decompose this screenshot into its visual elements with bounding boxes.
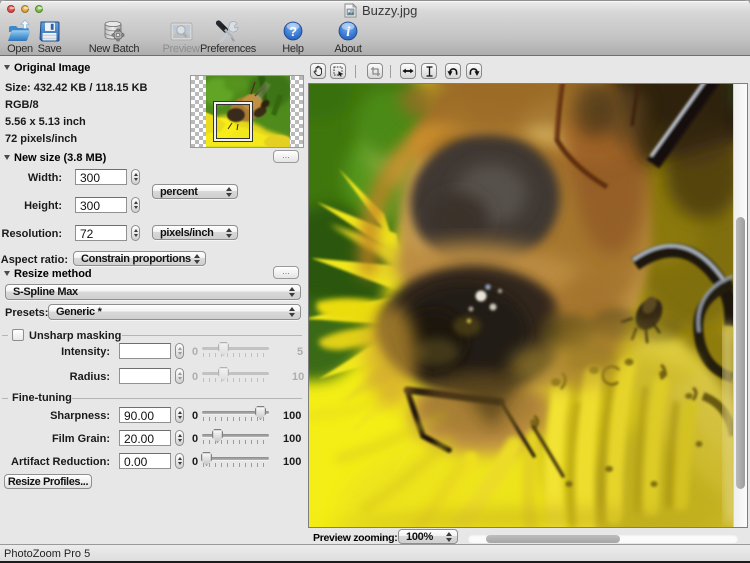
svg-text:i: i <box>346 25 350 40</box>
svg-text:?: ? <box>289 24 297 39</box>
